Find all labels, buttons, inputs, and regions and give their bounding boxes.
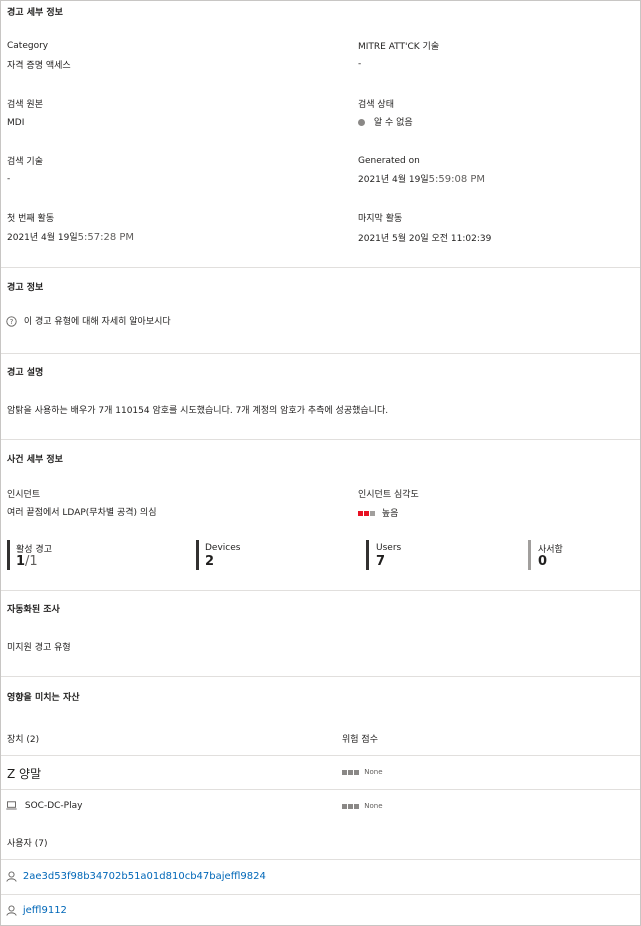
divider: [1, 789, 640, 790]
user-row[interactable]: 2ae3d53f98b34702b51a01d810cb47bajeffl982…: [6, 871, 266, 882]
detection-status: 알 수 없음: [358, 115, 413, 128]
severity-bar: [370, 511, 375, 516]
detection-status-label: 검색 상태: [358, 100, 394, 110]
generated-on-value: 2021년 4월 19일5:59:08 PM: [358, 174, 486, 185]
impacted-assets-heading: 영향을 미치는 자산: [7, 693, 80, 703]
mailbox-count[interactable]: 0: [538, 554, 547, 569]
severity-value: 높음: [381, 509, 399, 519]
automated-investigation-heading: 자동화된 조사: [7, 605, 60, 615]
laptop-icon: [6, 801, 17, 810]
incident-details-heading: 사건 세부 정보: [7, 455, 63, 465]
first-activity-label: 첫 번째 활동: [7, 214, 55, 224]
divider: [1, 267, 640, 268]
alert-details-panel: [0, 0, 641, 926]
severity-label: 인시던트 심각도: [358, 490, 419, 500]
user-icon: [6, 905, 17, 916]
device-row-risk: None: [342, 802, 383, 810]
svg-text:?: ?: [10, 318, 14, 326]
stat-bar: [7, 540, 10, 570]
last-activity-label: 마지막 활동: [358, 214, 403, 224]
divider: [1, 439, 640, 440]
detection-source-value: MDI: [7, 118, 25, 128]
divider: [1, 353, 640, 354]
devices-count[interactable]: 2: [205, 554, 214, 569]
users-label: Users: [376, 543, 402, 553]
users-count[interactable]: 7: [376, 554, 385, 569]
risk-column-header: 위험 점수: [342, 735, 378, 745]
devices-column-header: 장치 (2): [7, 735, 40, 745]
severity-bar: [358, 511, 363, 516]
stat-bar: [528, 540, 531, 570]
incident-link[interactable]: 여러 끝점에서 LDAP(무차별 공격) 의심: [7, 505, 156, 518]
detection-tech-value: -: [7, 174, 11, 184]
device-row[interactable]: SOC-DC-Play: [6, 801, 82, 811]
divider: [1, 859, 640, 860]
incident-label: 인시던트: [7, 490, 41, 500]
device-row-name[interactable]: Z 양말: [7, 765, 41, 782]
mitre-label: MITRE ATT'CK 기술: [358, 42, 440, 52]
learn-more-link[interactable]: ? 이 경고 유형에 대해 자세히 알아보시다: [6, 314, 171, 327]
alert-details-heading: 경고 세부 정보: [7, 8, 63, 18]
device-row-risk: None: [342, 768, 383, 776]
detection-source-label: 검색 원본: [7, 100, 43, 110]
severity-bar: [364, 511, 369, 516]
devices-label: Devices: [205, 543, 241, 553]
active-alerts-value[interactable]: 1/1: [16, 554, 38, 569]
stat-bar: [196, 540, 199, 570]
divider: [1, 894, 640, 895]
user-link[interactable]: jeffl9112: [23, 905, 67, 916]
severity-indicator: 높음: [358, 506, 398, 519]
help-icon: ?: [6, 316, 17, 327]
automated-investigation-value: 미지원 경고 유형: [7, 643, 71, 653]
first-activity-value: 2021년 4월 19일5:57:28 PM: [7, 232, 135, 243]
category-value: 자격 증명 액세스: [7, 61, 71, 71]
alert-description-text: 암탉을 사용하는 배우가 7개 110154 암호를 시도했습니다. 7개 계정…: [7, 406, 389, 416]
status-dot-icon: [358, 119, 365, 126]
user-row[interactable]: jeffl9112: [6, 905, 67, 916]
divider: [1, 755, 640, 756]
device-row-name: SOC-DC-Play: [24, 801, 83, 811]
users-section-header: 사용자 (7): [7, 839, 48, 849]
user-link[interactable]: 2ae3d53f98b34702b51a01d810cb47bajeffl982…: [23, 871, 266, 882]
alert-description-heading: 경고 설명: [7, 368, 44, 378]
last-activity-value: 2021년 5월 20일 오전 11:02:39: [358, 234, 492, 244]
detection-tech-label: 검색 기술: [7, 157, 43, 167]
mitre-value: -: [358, 59, 362, 69]
divider: [1, 590, 640, 591]
alert-info-heading: 경고 정보: [7, 283, 44, 293]
detection-status-value: 알 수 없음: [373, 118, 413, 128]
category-label: Category: [7, 41, 49, 51]
user-icon: [6, 871, 17, 882]
generated-on-label: Generated on: [358, 156, 420, 166]
stat-bar: [366, 540, 369, 570]
divider: [1, 676, 640, 677]
